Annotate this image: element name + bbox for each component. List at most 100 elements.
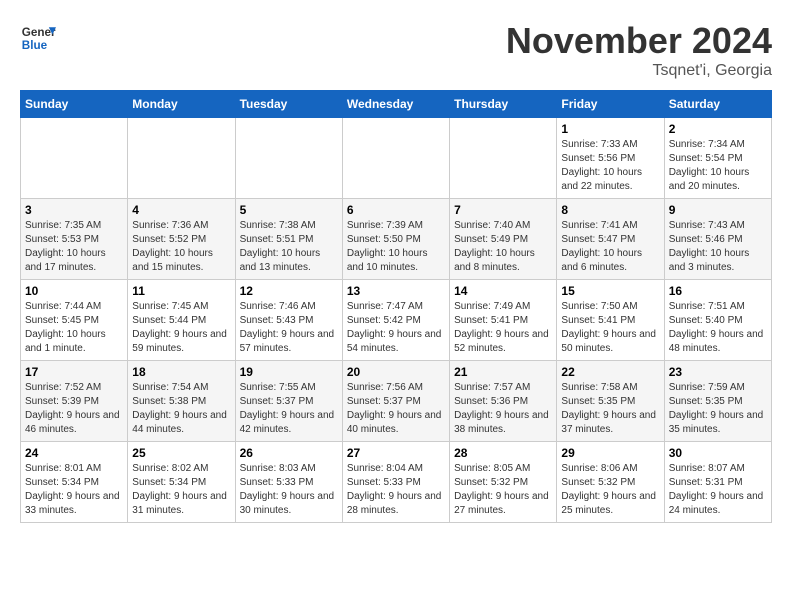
day-number: 1 (561, 122, 659, 136)
day-info: Sunrise: 7:38 AM Sunset: 5:51 PM Dayligh… (240, 219, 338, 275)
day-info: Sunrise: 7:54 AM Sunset: 5:38 PM Dayligh… (132, 381, 230, 437)
table-row: 22Sunrise: 7:58 AM Sunset: 5:35 PM Dayli… (557, 361, 664, 442)
day-number: 2 (669, 122, 767, 136)
table-row: 6 Sunrise: 7:39 AM Sunset: 5:50 PM Daylig… (342, 199, 449, 280)
table-row: 26Sunrise: 8:03 AM Sunset: 5:33 PM Dayli… (235, 442, 342, 523)
day-info: Sunrise: 7:36 AM Sunset: 5:52 PM Dayligh… (132, 219, 230, 275)
day-number: 28 (454, 446, 552, 460)
day-info: Sunrise: 7:46 AM Sunset: 5:43 PM Dayligh… (240, 300, 338, 356)
calendar-header-row: Sunday Monday Tuesday Wednesday Thursday… (21, 91, 772, 118)
day-number: 9 (669, 203, 767, 217)
page-header: General Blue November 2024 Tsqnet'i, Geo… (20, 20, 772, 80)
day-number: 7 (454, 203, 552, 217)
logo: General Blue (20, 20, 56, 56)
day-info: Sunrise: 8:02 AM Sunset: 5:34 PM Dayligh… (132, 462, 230, 518)
table-row (128, 118, 235, 199)
day-number: 5 (240, 203, 338, 217)
table-row: 28 Sunrise: 8:05 AM Sunset: 5:32 PM Dayli… (450, 442, 557, 523)
table-row: 3 Sunrise: 7:35 AM Sunset: 5:53 PM Daylig… (21, 199, 128, 280)
day-number: 20 (347, 365, 445, 379)
header-monday: Monday (128, 91, 235, 118)
table-row: 21 Sunrise: 7:57 AM Sunset: 5:36 PM Dayli… (450, 361, 557, 442)
table-row: 29 Sunrise: 8:06 AM Sunset: 5:32 PM Dayli… (557, 442, 664, 523)
svg-text:Blue: Blue (22, 39, 48, 52)
header-saturday: Saturday (664, 91, 771, 118)
table-row: 7 Sunrise: 7:40 AM Sunset: 5:49 PM Daylig… (450, 199, 557, 280)
table-row: 9Sunrise: 7:43 AM Sunset: 5:46 PM Daylig… (664, 199, 771, 280)
table-row: 16 Sunrise: 7:51 AM Sunset: 5:40 PM Dayli… (664, 280, 771, 361)
day-number: 23 (669, 365, 767, 379)
header-tuesday: Tuesday (235, 91, 342, 118)
table-row (450, 118, 557, 199)
table-row: 5 Sunrise: 7:38 AM Sunset: 5:51 PM Daylig… (235, 199, 342, 280)
day-number: 21 (454, 365, 552, 379)
calendar-week-row: 1 Sunrise: 7:33 AM Sunset: 5:56 PM Daylig… (21, 118, 772, 199)
day-info: Sunrise: 7:50 AM Sunset: 5:41 PM Dayligh… (561, 300, 659, 356)
table-row: 15Sunrise: 7:50 AM Sunset: 5:41 PM Dayli… (557, 280, 664, 361)
day-info: Sunrise: 7:45 AM Sunset: 5:44 PM Dayligh… (132, 300, 230, 356)
day-number: 4 (132, 203, 230, 217)
day-number: 22 (561, 365, 659, 379)
table-row: 8Sunrise: 7:41 AM Sunset: 5:47 PM Daylig… (557, 199, 664, 280)
calendar-table: Sunday Monday Tuesday Wednesday Thursday… (20, 90, 772, 523)
table-row (342, 118, 449, 199)
table-row: 24 Sunrise: 8:01 AM Sunset: 5:34 PM Dayli… (21, 442, 128, 523)
day-info: Sunrise: 7:39 AM Sunset: 5:50 PM Dayligh… (347, 219, 445, 275)
day-info: Sunrise: 7:47 AM Sunset: 5:42 PM Dayligh… (347, 300, 445, 356)
day-info: Sunrise: 7:57 AM Sunset: 5:36 PM Dayligh… (454, 381, 552, 437)
day-number: 8 (561, 203, 659, 217)
day-number: 29 (561, 446, 659, 460)
day-info: Sunrise: 7:59 AM Sunset: 5:35 PM Dayligh… (669, 381, 767, 437)
table-row: 12 Sunrise: 7:46 AM Sunset: 5:43 PM Dayli… (235, 280, 342, 361)
day-number: 11 (132, 284, 230, 298)
day-number: 18 (132, 365, 230, 379)
day-number: 14 (454, 284, 552, 298)
day-number: 25 (132, 446, 230, 460)
day-number: 17 (25, 365, 123, 379)
calendar-week-row: 10 Sunrise: 7:44 AM Sunset: 5:45 PM Dayli… (21, 280, 772, 361)
day-number: 3 (25, 203, 123, 217)
table-row: 13 Sunrise: 7:47 AM Sunset: 5:42 PM Dayli… (342, 280, 449, 361)
day-number: 12 (240, 284, 338, 298)
table-row (21, 118, 128, 199)
day-info: Sunrise: 8:04 AM Sunset: 5:33 PM Dayligh… (347, 462, 445, 518)
day-info: Sunrise: 7:33 AM Sunset: 5:56 PM Dayligh… (561, 138, 659, 194)
day-info: Sunrise: 8:01 AM Sunset: 5:34 PM Dayligh… (25, 462, 123, 518)
table-row: 18 Sunrise: 7:54 AM Sunset: 5:38 PM Dayli… (128, 361, 235, 442)
day-info: Sunrise: 7:35 AM Sunset: 5:53 PM Dayligh… (25, 219, 123, 275)
month-title: November 2024 (506, 20, 772, 62)
day-info: Sunrise: 7:40 AM Sunset: 5:49 PM Dayligh… (454, 219, 552, 275)
day-info: Sunrise: 7:52 AM Sunset: 5:39 PM Dayligh… (25, 381, 123, 437)
header-wednesday: Wednesday (342, 91, 449, 118)
day-info: Sunrise: 8:05 AM Sunset: 5:32 PM Dayligh… (454, 462, 552, 518)
table-row: 11 Sunrise: 7:45 AM Sunset: 5:44 PM Dayli… (128, 280, 235, 361)
header-friday: Friday (557, 91, 664, 118)
day-number: 6 (347, 203, 445, 217)
table-row: 10 Sunrise: 7:44 AM Sunset: 5:45 PM Dayli… (21, 280, 128, 361)
day-info: Sunrise: 7:51 AM Sunset: 5:40 PM Dayligh… (669, 300, 767, 356)
table-row: 20 Sunrise: 7:56 AM Sunset: 5:37 PM Dayli… (342, 361, 449, 442)
table-row: 1 Sunrise: 7:33 AM Sunset: 5:56 PM Daylig… (557, 118, 664, 199)
table-row: 23 Sunrise: 7:59 AM Sunset: 5:35 PM Dayli… (664, 361, 771, 442)
table-row: 2Sunrise: 7:34 AM Sunset: 5:54 PM Daylig… (664, 118, 771, 199)
day-number: 30 (669, 446, 767, 460)
calendar-week-row: 24 Sunrise: 8:01 AM Sunset: 5:34 PM Dayli… (21, 442, 772, 523)
location-subtitle: Tsqnet'i, Georgia (506, 62, 772, 80)
day-number: 13 (347, 284, 445, 298)
day-info: Sunrise: 8:06 AM Sunset: 5:32 PM Dayligh… (561, 462, 659, 518)
header-sunday: Sunday (21, 91, 128, 118)
day-number: 27 (347, 446, 445, 460)
day-number: 10 (25, 284, 123, 298)
calendar-week-row: 3 Sunrise: 7:35 AM Sunset: 5:53 PM Daylig… (21, 199, 772, 280)
day-number: 24 (25, 446, 123, 460)
header-thursday: Thursday (450, 91, 557, 118)
day-info: Sunrise: 8:03 AM Sunset: 5:33 PM Dayligh… (240, 462, 338, 518)
day-number: 16 (669, 284, 767, 298)
table-row: 19Sunrise: 7:55 AM Sunset: 5:37 PM Dayli… (235, 361, 342, 442)
table-row: 30Sunrise: 8:07 AM Sunset: 5:31 PM Dayli… (664, 442, 771, 523)
day-info: Sunrise: 7:55 AM Sunset: 5:37 PM Dayligh… (240, 381, 338, 437)
day-info: Sunrise: 7:56 AM Sunset: 5:37 PM Dayligh… (347, 381, 445, 437)
day-info: Sunrise: 7:49 AM Sunset: 5:41 PM Dayligh… (454, 300, 552, 356)
table-row: 4 Sunrise: 7:36 AM Sunset: 5:52 PM Daylig… (128, 199, 235, 280)
day-info: Sunrise: 7:44 AM Sunset: 5:45 PM Dayligh… (25, 300, 123, 356)
